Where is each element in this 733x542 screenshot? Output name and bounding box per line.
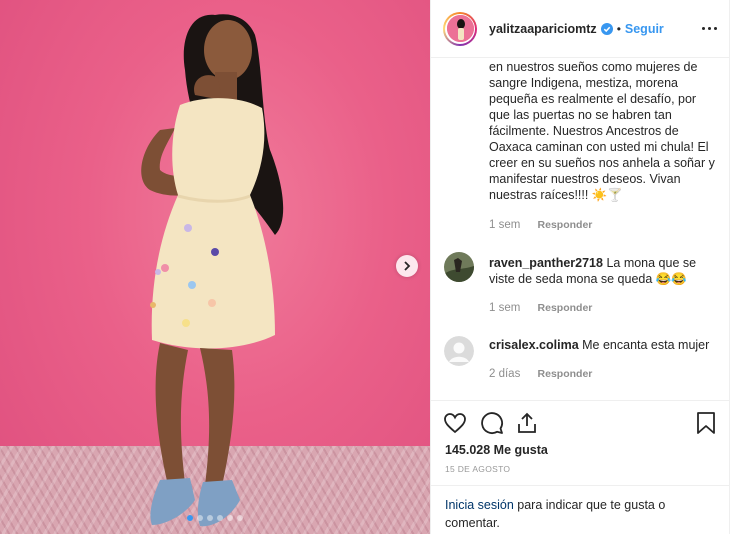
comment-avatar[interactable] xyxy=(444,252,474,282)
bookmark-icon[interactable] xyxy=(695,411,717,435)
caption-text: en nuestros sueños como mujeres de sangr… xyxy=(489,60,715,202)
user-photo-icon xyxy=(444,252,474,282)
carousel-dot xyxy=(197,515,203,521)
woman-in-dress-figure xyxy=(141,14,284,527)
carousel-dot xyxy=(217,515,223,521)
comment-reply-button[interactable]: Responder xyxy=(538,302,593,314)
carousel-dot xyxy=(187,515,193,521)
chevron-right-icon xyxy=(404,261,411,271)
carousel-dot xyxy=(207,515,213,521)
comment-meta: 2 días Responder xyxy=(489,368,592,380)
comment-text: crisalex.colima Me encanta esta mujer xyxy=(489,337,717,353)
carousel-indicator xyxy=(0,515,430,521)
comment-text: raven_panther2718 La mona que se viste d… xyxy=(489,255,717,287)
carousel-dot xyxy=(237,515,243,521)
heart-icon[interactable] xyxy=(443,411,467,435)
more-options-icon[interactable] xyxy=(702,27,717,30)
comment-username[interactable]: crisalex.colima xyxy=(489,338,579,352)
post-photo[interactable] xyxy=(0,0,430,534)
login-link[interactable]: Inicia sesión xyxy=(445,498,514,512)
carousel-dot xyxy=(227,515,233,521)
post-header: yalitzaapariciomtz • Seguir xyxy=(431,0,729,58)
follow-button[interactable]: Seguir xyxy=(625,22,664,36)
comment-body: Me encanta esta mujer xyxy=(582,338,710,352)
comment-username[interactable]: raven_panther2718 xyxy=(489,256,603,270)
comment-bubble-icon[interactable] xyxy=(480,411,504,435)
caption-meta: 1 sem Responder xyxy=(489,219,592,231)
comment-time: 1 sem xyxy=(489,302,521,314)
post-username[interactable]: yalitzaapariciomtz xyxy=(489,22,597,36)
comment-meta: 1 sem Responder xyxy=(489,302,592,314)
verified-badge-icon xyxy=(600,22,613,35)
action-icons xyxy=(443,411,717,437)
caption-reply-button[interactable]: Responder xyxy=(538,219,593,231)
default-user-icon xyxy=(444,336,474,366)
carousel-next-button[interactable] xyxy=(396,255,418,277)
comment-reply-button[interactable]: Responder xyxy=(538,368,593,380)
share-icon[interactable] xyxy=(515,411,539,435)
like-count[interactable]: 145.028 Me gusta xyxy=(445,443,548,457)
post-actions: 145.028 Me gusta 15 DE AGOSTO Inicia ses… xyxy=(431,400,729,535)
login-prompt: Inicia sesión para indicar que te gusta … xyxy=(431,485,729,542)
comment-avatar[interactable] xyxy=(444,336,474,366)
post-side-panel: yalitzaapariciomtz • Seguir en nuestros … xyxy=(430,0,730,534)
header-separator: • xyxy=(616,21,621,36)
avatar[interactable] xyxy=(443,11,477,46)
profile-photo-icon xyxy=(446,15,474,42)
post-date: 15 DE AGOSTO xyxy=(445,464,511,474)
comments-section[interactable]: en nuestros sueños como mujeres de sangr… xyxy=(431,59,729,399)
comment-time: 2 días xyxy=(489,368,521,380)
caption-time: 1 sem xyxy=(489,219,521,231)
